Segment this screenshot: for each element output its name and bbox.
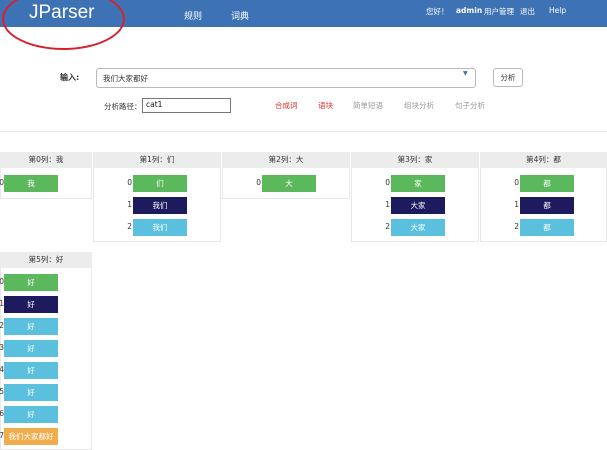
column-5-chip[interactable]: 好 <box>4 318 58 335</box>
column-3-chip[interactable]: 家 <box>391 175 445 192</box>
column-3-index: 2 <box>385 222 390 231</box>
username-link[interactable]: admin <box>456 6 482 15</box>
link-chunk-analysis[interactable]: 组块分析 <box>404 100 434 111</box>
column-4-index: 1 <box>514 200 519 209</box>
column-5-header: 第5列：好 <box>0 252 92 268</box>
column-3-chip[interactable]: 大家 <box>391 197 445 214</box>
column-4-index: 0 <box>514 178 519 187</box>
column-5-chip[interactable]: 我们大家都好 <box>4 428 58 445</box>
analyze-button[interactable]: 分析 <box>493 68 523 87</box>
column-3-index: 0 <box>385 178 390 187</box>
chevron-down-icon[interactable]: ▼ <box>463 70 468 77</box>
column-5-chip[interactable]: 好 <box>4 296 58 313</box>
column-5-chip[interactable]: 好 <box>4 274 58 291</box>
nav-logout[interactable]: 退出 <box>520 6 535 17</box>
column-4-chip[interactable]: 都 <box>520 197 574 214</box>
column-4-chip[interactable]: 都 <box>520 175 574 192</box>
column-1-chip[interactable]: 我们 <box>133 197 187 214</box>
path-input[interactable]: cat1 <box>142 98 231 113</box>
column-2-index: 0 <box>256 178 261 187</box>
nav-help[interactable]: Help <box>549 6 566 15</box>
column-4-index: 2 <box>514 222 519 231</box>
input-label: 输入: <box>60 73 80 82</box>
path-label: 分析路径： <box>104 102 142 111</box>
column-5-chip[interactable]: 好 <box>4 362 58 379</box>
link-compound-word[interactable]: 合成词 <box>275 100 298 111</box>
column-1-header: 第1列：们 <box>93 152 221 168</box>
column-0-chip[interactable]: 我 <box>4 175 58 192</box>
column-1-index: 1 <box>127 200 132 209</box>
column-1-index: 2 <box>127 222 132 231</box>
nav-user-management[interactable]: 用户管理 <box>484 6 514 17</box>
sentence-select[interactable]: 我们大家都好 <box>96 68 476 88</box>
nav-dictionary[interactable]: 词典 <box>231 9 249 22</box>
divider <box>0 131 607 132</box>
column-3-chip[interactable]: 大家 <box>391 219 445 236</box>
annotation-ellipse <box>2 0 125 50</box>
column-2-chip[interactable]: 大 <box>262 175 316 192</box>
column-5-chip[interactable]: 好 <box>4 340 58 357</box>
column-2-header: 第2列：大 <box>222 152 350 168</box>
greeting-text: 您好！ <box>426 7 449 16</box>
link-simple-phrase[interactable]: 简单短语 <box>353 100 383 111</box>
link-sentence-analysis[interactable]: 句子分析 <box>455 100 485 111</box>
column-4-chip[interactable]: 都 <box>520 219 574 236</box>
column-5-chip[interactable]: 好 <box>4 406 58 423</box>
column-1-chip[interactable]: 我们 <box>133 219 187 236</box>
column-5-chip[interactable]: 好 <box>4 384 58 401</box>
column-0-header: 第0列：我 <box>0 152 92 168</box>
nav-rules[interactable]: 规则 <box>184 9 202 22</box>
column-1-chip[interactable]: 们 <box>133 175 187 192</box>
column-3-header: 第3列：家 <box>351 152 479 168</box>
column-3-index: 1 <box>385 200 390 209</box>
column-4-header: 第4列：都 <box>480 152 607 168</box>
column-1-index: 0 <box>127 178 132 187</box>
link-chunk[interactable]: 语块 <box>318 100 333 111</box>
